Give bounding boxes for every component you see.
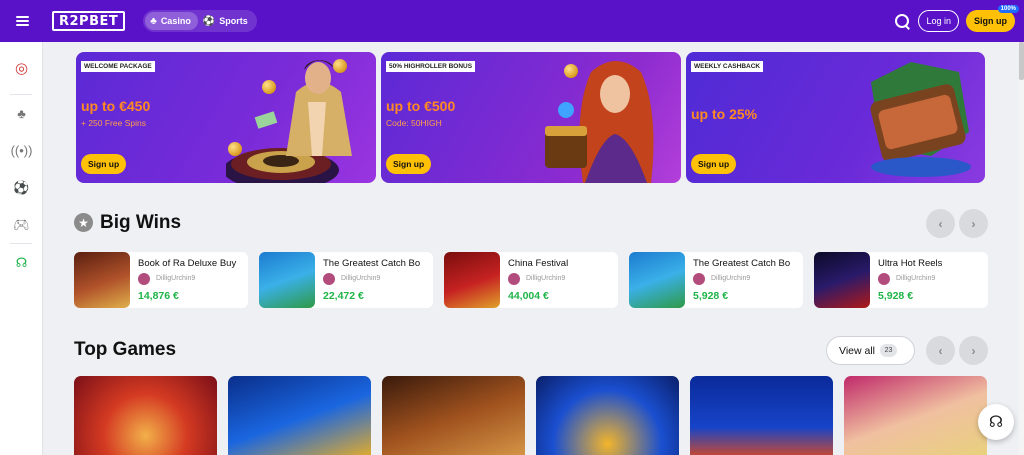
win-amount: 5,928 € [693, 290, 729, 302]
tab-casino[interactable]: ♣ Casino [145, 12, 198, 30]
top-games-prev-button[interactable]: ‹ [926, 336, 955, 365]
big-win-card[interactable]: Book of Ra Deluxe Buy DilligUrchin9 14,8… [74, 252, 248, 308]
site-logo[interactable]: R2PBET [52, 11, 126, 31]
big-win-card[interactable]: The Greatest Catch Bo DilligUrchin9 22,4… [259, 252, 433, 308]
big-win-card[interactable]: China Festival DilligUrchin9 44,004 € [444, 252, 618, 308]
big-win-card[interactable]: Ultra Hot Reels DilligUrchin9 5,928 € [814, 252, 988, 308]
game-thumbnail [74, 252, 130, 308]
win-game-name: The Greatest Catch Bo [323, 258, 421, 269]
view-all-count: 23 [880, 344, 897, 357]
treasure-woman-illustration [545, 61, 654, 183]
view-all-button[interactable]: View all 23 [826, 336, 915, 365]
support-chat-button[interactable]: ☊ [978, 404, 1014, 440]
win-game-name: The Greatest Catch Bo [693, 258, 791, 269]
cashback-chest-illustration [870, 62, 971, 177]
logo-text: R2PBET [59, 13, 119, 29]
game-tile[interactable] [382, 376, 525, 455]
menu-button[interactable] [0, 0, 44, 42]
sidebar: ◎ ♣ ((•)) ⚽ 🎮︎ ☊ [0, 42, 43, 455]
promo-tag: 50% HIGHROLLER BONUS [386, 61, 476, 72]
promo-headline: up to 25% [691, 106, 758, 122]
coin-icon [564, 64, 578, 78]
top-games-next-button[interactable]: › [959, 336, 988, 365]
hamburger-icon [15, 16, 29, 26]
win-game-name: China Festival [508, 258, 569, 269]
signup-label: Sign up [974, 16, 1007, 26]
user-avatar [508, 273, 520, 285]
search-icon[interactable] [894, 13, 910, 29]
signup-button[interactable]: Sign up 100% [966, 5, 1019, 32]
game-thumbnail [259, 252, 315, 308]
coin-icon [333, 59, 347, 73]
win-game-name: Ultra Hot Reels [878, 258, 943, 269]
win-amount: 14,876 € [138, 290, 179, 302]
gamepad-icon[interactable]: 🎮︎ [0, 206, 43, 243]
win-username: DilligUrchin9 [526, 275, 566, 282]
win-amount: 5,928 € [878, 290, 914, 302]
win-username: DilligUrchin9 [156, 275, 196, 282]
user-avatar [878, 273, 890, 285]
promo-tag: WEEKLY CASHBACK [691, 61, 764, 72]
support-icon[interactable]: ☊ [0, 244, 43, 281]
game-thumbnail [629, 252, 685, 308]
win-amount: 44,004 € [508, 290, 549, 302]
big-wins-prev-button[interactable]: ‹ [926, 209, 955, 238]
game-tile[interactable] [228, 376, 371, 455]
live-icon[interactable]: ((•)) [0, 132, 43, 169]
win-amount: 22,472 € [323, 290, 364, 302]
promo-banner-highroller[interactable]: 50% HIGHROLLER BONUS up to €500 Code: 50… [381, 52, 681, 183]
football-icon[interactable]: ⚽ [0, 169, 43, 206]
big-win-card[interactable]: The Greatest Catch Bo DilligUrchin9 5,92… [629, 252, 803, 308]
cherries-icon: ♣ [150, 15, 157, 27]
promo-banner-welcome[interactable]: WELCOME PACKAGE up to €450 + 250 Free Sp… [76, 52, 376, 183]
user-avatar [323, 273, 335, 285]
promo-signup-button[interactable]: Sign up [386, 154, 432, 174]
darts-icon[interactable]: ◎ [0, 42, 43, 94]
login-button[interactable]: Log in [918, 10, 959, 32]
tab-casino-label: Casino [160, 16, 191, 26]
scrollbar[interactable] [1019, 42, 1024, 455]
scrollbar-thumb[interactable] [1019, 42, 1024, 80]
star-icon: ★ [74, 213, 93, 232]
coin-icon [228, 142, 242, 156]
win-username: DilligUrchin9 [896, 275, 936, 282]
game-tile[interactable] [74, 376, 217, 455]
roulette-illustration [226, 60, 352, 183]
header-actions: Log in Sign up 100% [894, 5, 1019, 32]
win-username: DilligUrchin9 [341, 275, 381, 282]
win-game-name: Book of Ra Deluxe Buy [138, 258, 237, 269]
coin-icon [262, 80, 276, 94]
mode-switch: ♣ Casino ⚽ Sports [143, 10, 257, 32]
view-all-label: View all [839, 344, 875, 357]
big-wins-title: Big Wins [100, 212, 182, 233]
game-tile[interactable] [536, 376, 679, 455]
game-thumbnail [814, 252, 870, 308]
big-wins-next-button[interactable]: › [959, 209, 988, 238]
promo-headline: up to €500 [386, 98, 456, 114]
promo-signup-button[interactable]: Sign up [81, 154, 127, 174]
tab-sports[interactable]: ⚽ Sports [198, 12, 255, 30]
promo-signup-button[interactable]: Sign up [691, 154, 737, 174]
promo-tag: WELCOME PACKAGE [81, 61, 155, 72]
football-icon: ⚽ [202, 15, 216, 27]
game-tile[interactable] [844, 376, 987, 455]
top-games-title: Top Games [74, 339, 177, 360]
user-avatar [693, 273, 705, 285]
tab-sports-label: Sports [219, 16, 248, 26]
bonus-badge: 100% [997, 5, 1019, 13]
promo-headline: up to €450 [81, 98, 151, 114]
win-username: DilligUrchin9 [711, 275, 751, 282]
promo-subtext: Code: 50HIGH [386, 118, 442, 128]
game-tile[interactable] [690, 376, 833, 455]
top-header: R2PBET ♣ Casino ⚽ Sports Log in Sign up … [0, 0, 1024, 42]
game-thumbnail [444, 252, 500, 308]
user-avatar [138, 273, 150, 285]
promo-subtext: + 250 Free Spins [81, 118, 146, 128]
cherries-icon[interactable]: ♣ [0, 95, 43, 132]
promo-banner-cashback[interactable]: WEEKLY CASHBACK up to 25% Sign up [686, 52, 985, 183]
